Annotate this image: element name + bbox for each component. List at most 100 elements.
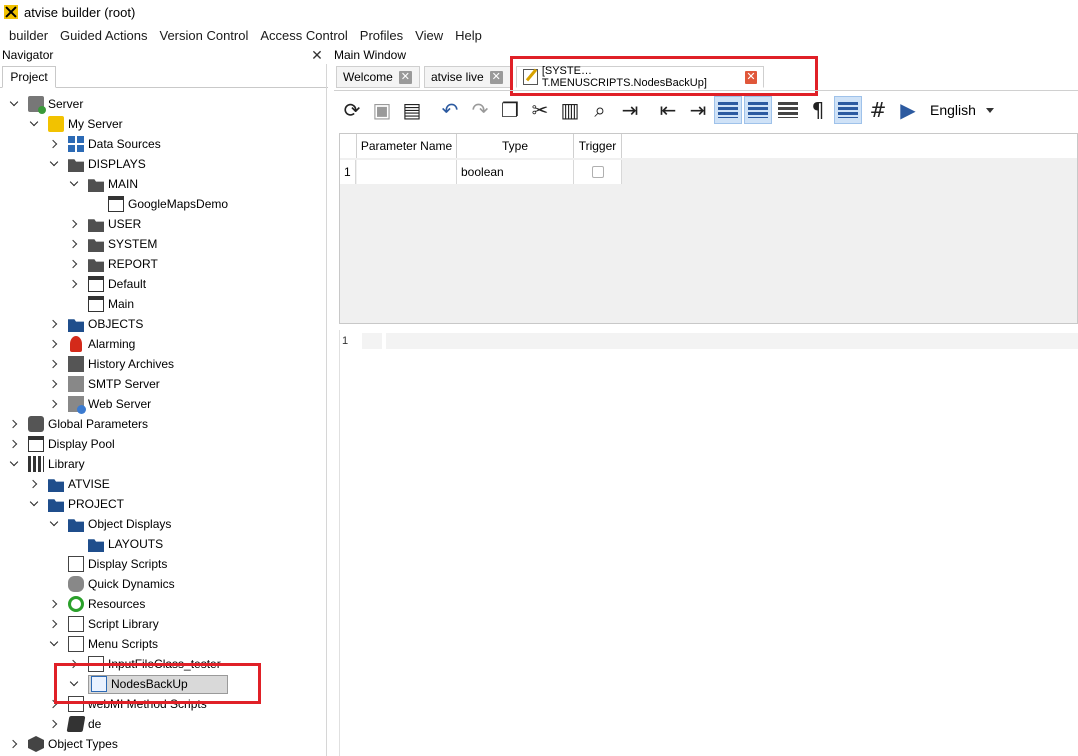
tree-item-project[interactable]: PROJECT <box>28 494 124 514</box>
tree-item-atvise[interactable]: ATVISE <box>28 474 110 494</box>
cell-trigger[interactable] <box>574 160 622 184</box>
menu-guided-actions[interactable]: Guided Actions <box>54 28 153 43</box>
tree-item-server[interactable]: Server <box>8 94 83 114</box>
chevron-down-icon[interactable] <box>48 638 60 650</box>
tree-item-report[interactable]: REPORT <box>68 254 158 274</box>
column-header-type[interactable]: Type <box>457 134 574 158</box>
script-editor[interactable]: 1 <box>339 330 1078 756</box>
chevron-right-icon[interactable] <box>48 598 60 610</box>
tree-item-object-displays[interactable]: Object Displays <box>48 514 171 534</box>
menu-help[interactable]: Help <box>449 28 488 43</box>
copy-button[interactable]: ❐ <box>496 96 524 124</box>
close-icon[interactable]: ✕ <box>489 70 503 84</box>
redo-button[interactable]: ↷ <box>466 96 494 124</box>
cell-parameter-name[interactable] <box>357 160 457 184</box>
chevron-right-icon[interactable] <box>68 238 80 250</box>
tree-item-main-display[interactable]: Main <box>68 294 134 314</box>
tree-item-my-server[interactable]: My Server <box>28 114 123 134</box>
chevron-right-icon[interactable] <box>48 358 60 370</box>
menu-builder[interactable]: builder <box>3 28 54 43</box>
tree-item-data-sources[interactable]: Data Sources <box>48 134 161 154</box>
goto-line-button[interactable]: ⇥ <box>616 96 644 124</box>
chevron-down-icon[interactable] <box>28 498 40 510</box>
chevron-right-icon[interactable] <box>28 478 40 490</box>
tree-item-webmi-method-scripts[interactable]: webMI Method Scripts <box>48 694 207 714</box>
chevron-right-icon[interactable] <box>48 138 60 150</box>
tree-item-objects[interactable]: OBJECTS <box>48 314 143 334</box>
column-header-parameter-name[interactable]: Parameter Name <box>357 134 457 158</box>
tree-item-display-pool[interactable]: Display Pool <box>8 434 115 454</box>
close-icon[interactable]: ✕ <box>745 70 757 84</box>
chevron-down-icon[interactable] <box>68 178 80 190</box>
tree-item-inputfileclass-tester[interactable]: InputFileClass_tester <box>68 654 221 674</box>
highlight-line-toggle[interactable] <box>774 96 802 124</box>
chevron-right-icon[interactable] <box>68 218 80 230</box>
tree-item-script-library[interactable]: Script Library <box>48 614 159 634</box>
chevron-right-icon[interactable] <box>48 318 60 330</box>
tab-project[interactable]: Project <box>2 66 56 88</box>
chevron-right-icon[interactable] <box>8 738 20 750</box>
tree-item-menu-scripts[interactable]: Menu Scripts <box>48 634 158 654</box>
navigator-close-icon[interactable]: ✕ <box>310 48 324 62</box>
chevron-down-icon[interactable] <box>68 678 80 690</box>
run-script-button[interactable]: ▶ <box>894 96 922 124</box>
panel-divider[interactable] <box>326 64 327 756</box>
chevron-right-icon[interactable] <box>8 418 20 430</box>
paste-button[interactable]: ▥ <box>556 96 584 124</box>
tree-item-nodesbackup[interactable]: NodesBackUp <box>68 674 228 694</box>
close-icon[interactable]: ✕ <box>398 70 412 84</box>
tree-item-default[interactable]: Default <box>68 274 146 294</box>
chevron-right-icon[interactable] <box>68 278 80 290</box>
trigger-checkbox[interactable] <box>591 166 604 178</box>
tree-item-display-scripts[interactable]: Display Scripts <box>48 554 167 574</box>
chevron-down-icon[interactable] <box>48 158 60 170</box>
menu-view[interactable]: View <box>409 28 449 43</box>
outdent-button[interactable]: ⇤ <box>654 96 682 124</box>
cut-button[interactable]: ✂ <box>526 96 554 124</box>
tree-item-resources[interactable]: Resources <box>48 594 145 614</box>
chevron-right-icon[interactable] <box>48 698 60 710</box>
tab-welcome[interactable]: Welcome ✕ <box>336 66 420 88</box>
indent-button[interactable]: ⇥ <box>684 96 712 124</box>
tree-item-layouts[interactable]: LAYOUTS <box>68 534 163 554</box>
tab-atvise-live[interactable]: atvise live ✕ <box>424 66 512 88</box>
tree-item-web-server[interactable]: Web Server <box>48 394 151 414</box>
tree-item-history-archives[interactable]: History Archives <box>48 354 174 374</box>
current-line[interactable] <box>386 333 1078 349</box>
chevron-right-icon[interactable] <box>48 398 60 410</box>
menu-profiles[interactable]: Profiles <box>354 28 409 43</box>
undo-button[interactable]: ↶ <box>436 96 464 124</box>
tree-item-de[interactable]: de <box>48 714 101 734</box>
tree-item-googlemapsdemo[interactable]: GoogleMapsDemo <box>88 194 228 214</box>
chevron-right-icon[interactable] <box>48 618 60 630</box>
tree-item-quick-dynamics[interactable]: Quick Dynamics <box>48 574 175 594</box>
chevron-right-icon[interactable] <box>68 258 80 270</box>
word-wrap-toggle[interactable] <box>714 96 742 124</box>
tree-item-object-types[interactable]: Object Types <box>8 734 118 754</box>
chevron-down-icon[interactable] <box>48 518 60 530</box>
chevron-down-icon[interactable] <box>8 98 20 110</box>
tree-item-user[interactable]: USER <box>68 214 141 234</box>
chevron-right-icon[interactable] <box>48 718 60 730</box>
find-button[interactable]: ⌕ <box>586 96 614 124</box>
chevron-right-icon[interactable] <box>8 438 20 450</box>
layout-toggle[interactable] <box>834 96 862 124</box>
cell-type[interactable]: boolean <box>457 160 574 184</box>
format-button[interactable]: # <box>864 96 892 124</box>
tree-item-library[interactable]: Library <box>8 454 85 474</box>
print-button[interactable]: ▤ <box>398 96 426 124</box>
chevron-right-icon[interactable] <box>48 378 60 390</box>
column-header-trigger[interactable]: Trigger <box>574 134 622 158</box>
chevron-down-icon[interactable] <box>28 118 40 130</box>
line-numbers-toggle[interactable] <box>744 96 772 124</box>
show-whitespace-toggle[interactable]: ¶ <box>804 96 832 124</box>
tree-item-global-parameters[interactable]: Global Parameters <box>8 414 148 434</box>
language-select[interactable]: English <box>930 102 994 118</box>
chevron-right-icon[interactable] <box>48 338 60 350</box>
tree-item-alarming[interactable]: Alarming <box>48 334 135 354</box>
menu-access-control[interactable]: Access Control <box>254 28 353 43</box>
tab-nodesbackup[interactable]: [SYSTE…T.MENUSCRIPTS.NodesBackUp] ✕ <box>516 65 764 89</box>
chevron-down-icon[interactable] <box>8 458 20 470</box>
selected-item[interactable]: NodesBackUp <box>88 674 228 694</box>
tree-item-displays[interactable]: DISPLAYS <box>48 154 146 174</box>
